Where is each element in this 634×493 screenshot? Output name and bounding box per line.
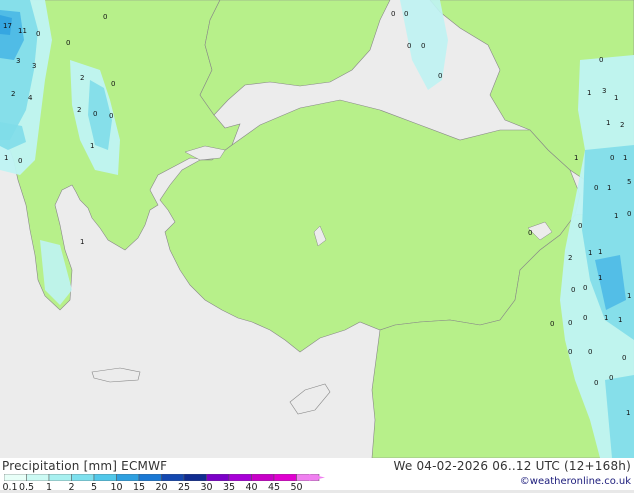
- scale-label: 50: [290, 482, 303, 493]
- map-value: 2: [80, 74, 84, 82]
- map-value: 2: [11, 90, 15, 98]
- map-value: 4: [28, 94, 33, 102]
- scale-label: 10: [110, 482, 123, 493]
- map-value: 0: [421, 42, 425, 50]
- map-value: 0: [404, 10, 408, 18]
- scale-label: 25: [177, 482, 191, 493]
- map-value: 0: [594, 379, 598, 387]
- scale-swatch: [161, 474, 185, 481]
- scale-swatch: [116, 474, 140, 481]
- scale-swatch: [206, 474, 230, 481]
- map-value: 1: [574, 154, 578, 162]
- scale-label: 20: [155, 482, 168, 493]
- scale-swatch: [48, 474, 72, 481]
- map-value: 2: [620, 121, 624, 129]
- map-value: 0: [609, 374, 613, 382]
- map-value: 0: [588, 348, 592, 356]
- map-value: 17: [3, 22, 12, 30]
- scale-swatch: [26, 474, 50, 481]
- scale-label: 40: [245, 482, 258, 493]
- map-value: 1: [588, 249, 592, 257]
- scale-swatch: [228, 474, 252, 481]
- map-valid-time: We 04-02-2026 06..12 UTC (12+168h): [393, 459, 631, 473]
- map-value: 11: [18, 27, 27, 35]
- color-scale-labels: 0.1 0.5 1 2 5 10 15 20 25 30 35 40 45 50: [0, 482, 340, 493]
- precipitation-map: 17 11 0 0 0 3 3 2 4 2 2 0 0 0 1 1 0 1 0 …: [0, 0, 634, 459]
- map-value: 1: [623, 154, 627, 162]
- scale-label: 2: [68, 482, 75, 493]
- scale-label: 30: [200, 482, 213, 493]
- map-value: 0: [111, 80, 115, 88]
- scale-label: 0.1: [2, 482, 18, 493]
- map-value: 1: [606, 119, 610, 127]
- map-canvas: 17 11 0 0 0 3 3 2 4 2 2 0 0 0 1 1 0 1 0 …: [0, 0, 634, 459]
- map-value: 0: [627, 210, 631, 218]
- map-value: 0: [391, 10, 395, 18]
- map-value: 0: [610, 154, 614, 162]
- map-value: 3: [16, 57, 20, 65]
- map-value: 0: [568, 348, 572, 356]
- map-value: 3: [32, 62, 36, 70]
- scale-label: 15: [132, 482, 146, 493]
- map-value: 1: [604, 314, 608, 322]
- map-value: 1: [80, 238, 84, 246]
- map-value: 1: [614, 212, 618, 220]
- map-footer: Precipitation [mm] ECMWF We 04-02-2026 0…: [0, 458, 634, 493]
- map-value: 0: [571, 286, 575, 294]
- map-value: 0: [438, 72, 442, 80]
- map-value: 0: [66, 39, 70, 47]
- map-value: 0: [594, 184, 598, 192]
- map-value: 0: [583, 314, 587, 322]
- map-value: 5: [627, 178, 631, 186]
- map-value: 1: [598, 274, 602, 282]
- map-value: 3: [602, 87, 606, 95]
- map-value: 0: [622, 354, 626, 362]
- scale-label: 45: [267, 482, 281, 493]
- map-value: 0: [103, 13, 107, 21]
- map-value: 0: [578, 222, 582, 230]
- copyright-link[interactable]: ©weatheronline.co.uk: [520, 476, 631, 487]
- scale-swatch: [251, 474, 275, 481]
- map-value: 0: [93, 110, 97, 118]
- map-value: 0: [528, 229, 532, 237]
- map-value: 1: [607, 184, 611, 192]
- map-value: 1: [90, 142, 94, 150]
- scale-swatch: [138, 474, 162, 481]
- map-value: 0: [407, 42, 411, 50]
- scale-label: 35: [222, 482, 236, 493]
- map-value: 0: [583, 284, 587, 292]
- color-scale-bar: [4, 474, 325, 481]
- map-value: 0: [18, 157, 22, 165]
- map-value: 1: [614, 94, 618, 102]
- map-value: 0: [109, 112, 113, 120]
- scale-swatch: [273, 474, 297, 481]
- scale-label: 0.5: [18, 482, 35, 493]
- map-value: 1: [627, 292, 631, 300]
- map-value: 0: [599, 56, 603, 64]
- map-value: 1: [598, 248, 602, 256]
- scale-swatch: [183, 474, 207, 481]
- map-value: 1: [4, 154, 8, 162]
- map-title: Precipitation [mm] ECMWF: [2, 459, 168, 473]
- map-value: 2: [77, 106, 81, 114]
- map-value: 0: [568, 319, 572, 327]
- scale-label: 5: [90, 482, 98, 493]
- scale-swatch: [71, 474, 95, 481]
- map-value: 1: [587, 89, 591, 97]
- scale-swatch: [93, 474, 117, 481]
- scale-swatch: [4, 474, 27, 481]
- map-value: 0: [36, 30, 40, 38]
- scale-label: 1: [45, 482, 53, 493]
- map-value: 1: [618, 316, 622, 324]
- map-value: 1: [626, 409, 630, 417]
- map-value: 0: [550, 320, 554, 328]
- map-value: 2: [568, 254, 572, 262]
